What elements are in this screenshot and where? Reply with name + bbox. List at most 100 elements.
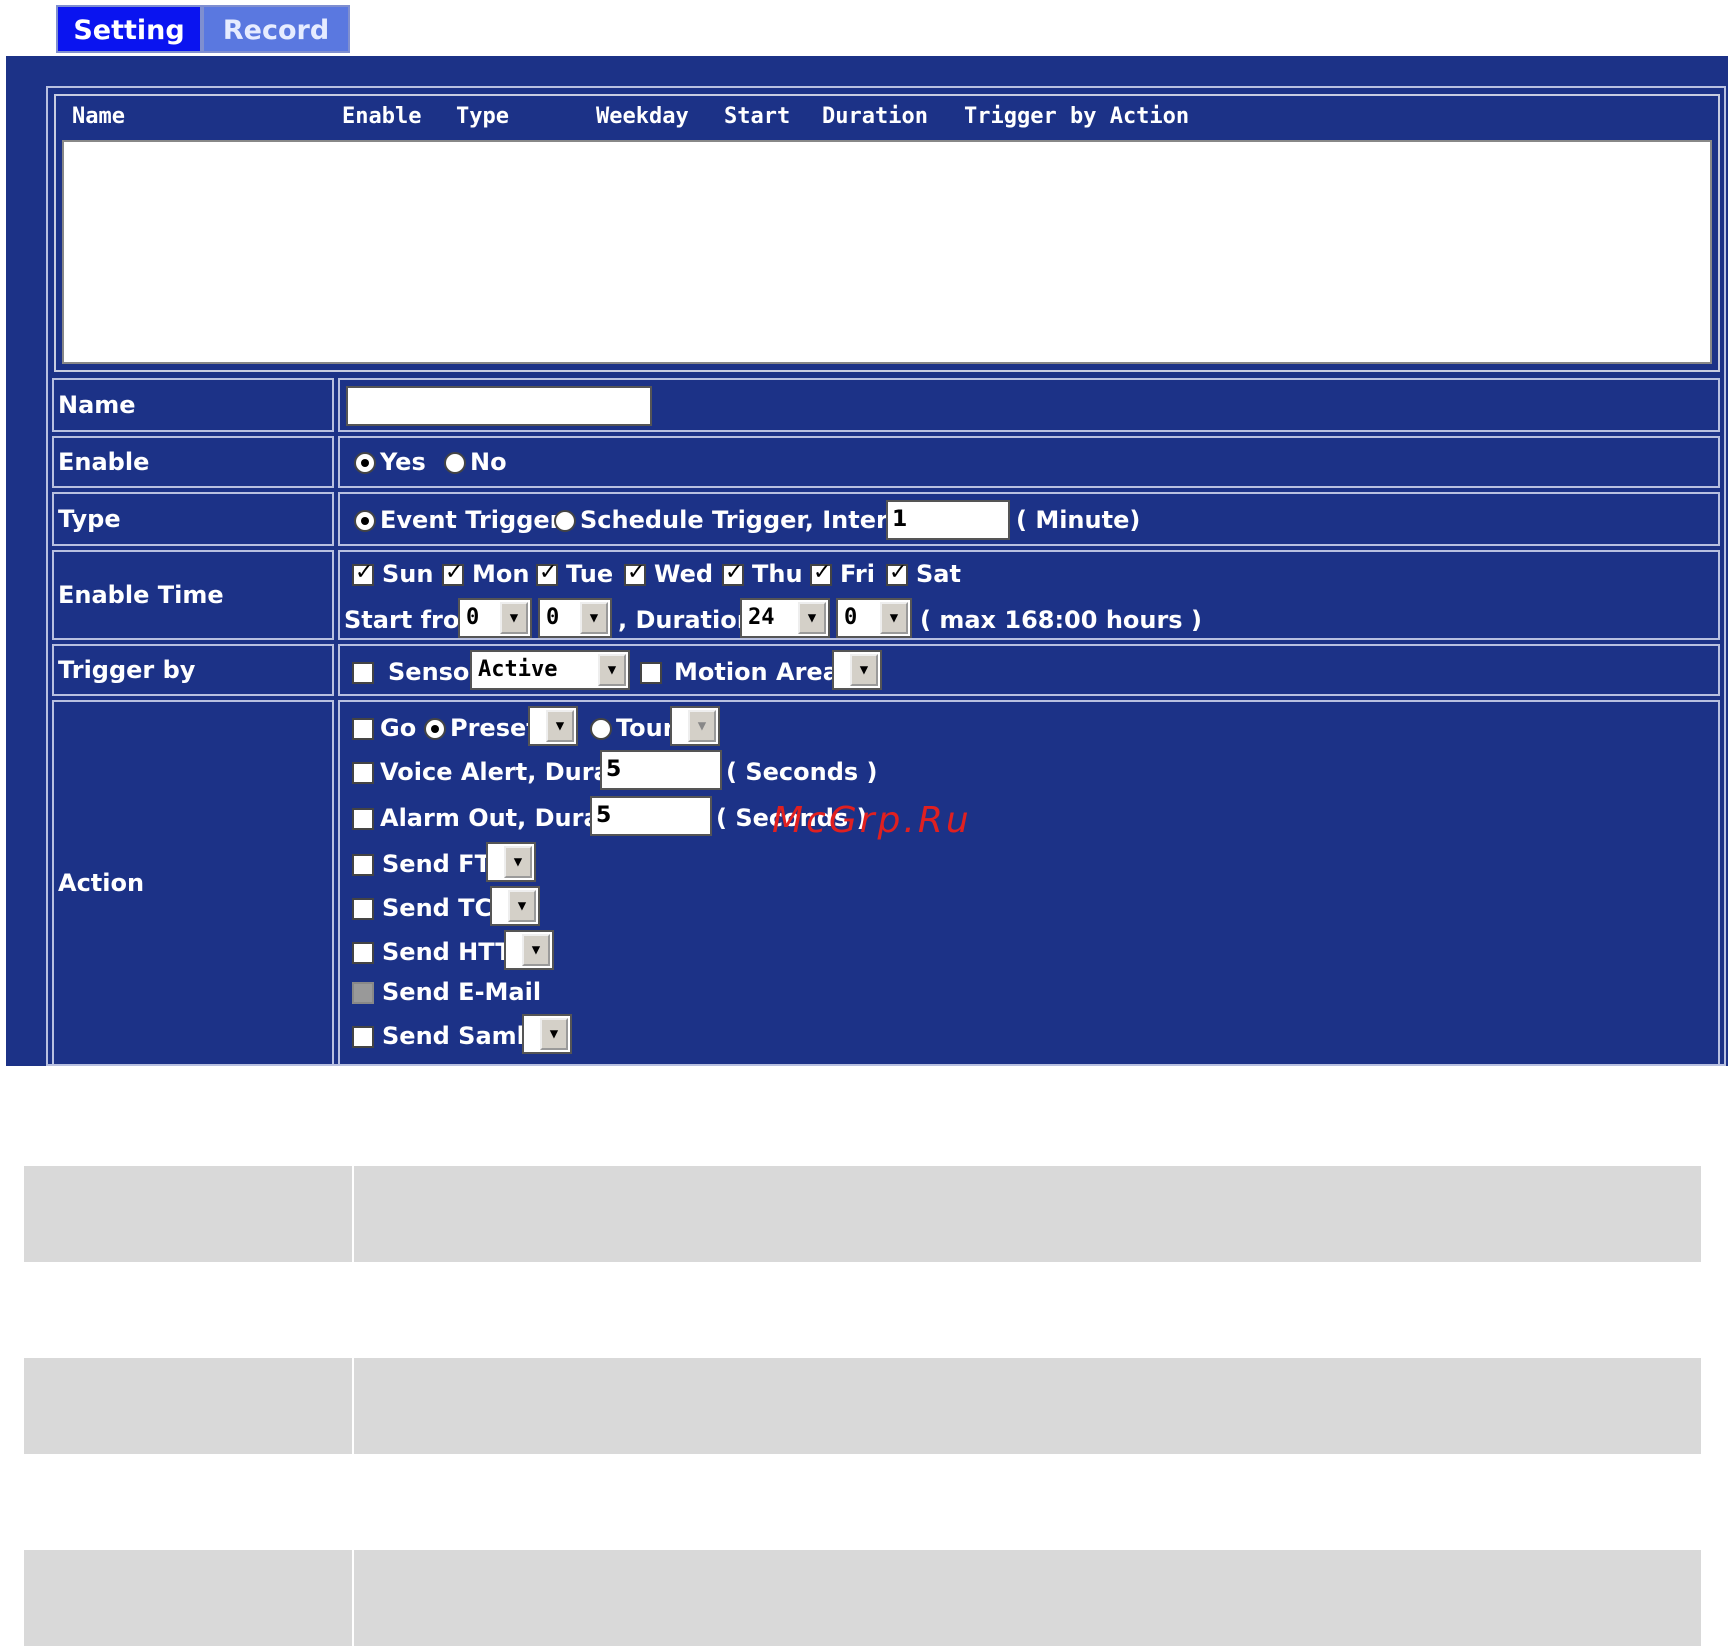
day-sat-checkbox[interactable]: ✓ bbox=[886, 560, 908, 586]
sensor-select[interactable]: Active ▼ bbox=[470, 650, 630, 690]
send-tcp-checkbox[interactable] bbox=[352, 898, 374, 920]
chevron-down-icon: ▼ bbox=[688, 710, 716, 742]
enable-yes-label: Yes bbox=[380, 448, 426, 476]
enable-no-radio[interactable] bbox=[444, 452, 466, 474]
value-type: Event Trigger Schedule Trigger, Interval… bbox=[338, 492, 1720, 546]
day-fri-checkbox[interactable]: ✓ bbox=[810, 560, 832, 586]
event-list[interactable] bbox=[62, 140, 1712, 364]
chevron-down-icon: ▼ bbox=[504, 846, 532, 878]
grey-band-2 bbox=[24, 1358, 1701, 1454]
label-trigger: Trigger by bbox=[52, 644, 334, 696]
tab-setting[interactable]: Setting bbox=[56, 5, 202, 53]
send-http-select[interactable]: ▼ bbox=[504, 930, 554, 970]
voice-duration-unit: ( Seconds ) bbox=[726, 758, 878, 786]
motion-area-label: Motion Area bbox=[674, 658, 839, 686]
day-thu-label: Thu bbox=[752, 560, 803, 588]
duration-max-note: ( max 168:00 hours ) bbox=[920, 606, 1202, 634]
name-input[interactable] bbox=[346, 386, 652, 426]
tour-radio[interactable] bbox=[590, 718, 612, 740]
tab-bar: Setting Record bbox=[56, 5, 350, 53]
voice-alert-checkbox[interactable] bbox=[352, 762, 374, 784]
start-minute-select[interactable]: 0 ▼ bbox=[538, 598, 612, 638]
send-ftp-checkbox[interactable] bbox=[352, 854, 374, 876]
preset-radio[interactable] bbox=[424, 718, 446, 740]
start-hour-select[interactable]: 0 ▼ bbox=[458, 598, 532, 638]
day-tue-checkbox[interactable]: ✓ bbox=[536, 560, 558, 586]
voice-duration-input[interactable]: 5 bbox=[600, 750, 722, 790]
day-wed-checkbox[interactable]: ✓ bbox=[624, 560, 646, 586]
value-action: Go Preset ▼ Tour ▼ Voice Alert, Duration… bbox=[338, 700, 1720, 1066]
band-divider bbox=[352, 1358, 354, 1454]
col-enable: Enable bbox=[342, 104, 422, 129]
day-sun-checkbox[interactable]: ✓ bbox=[352, 560, 374, 586]
radio-dot bbox=[361, 517, 369, 525]
tab-record[interactable]: Record bbox=[202, 5, 350, 53]
type-event-radio[interactable] bbox=[354, 510, 376, 532]
go-label: Go bbox=[380, 714, 417, 742]
label-name: Name bbox=[52, 378, 334, 432]
chevron-down-icon: ▼ bbox=[508, 890, 536, 922]
radio-dot bbox=[361, 459, 369, 467]
day-tue-label: Tue bbox=[566, 560, 614, 588]
settings-panel: Name Enable Type Weekday Start Duration … bbox=[6, 56, 1728, 1066]
band-divider bbox=[352, 1550, 354, 1646]
panel-frame: Name Enable Type Weekday Start Duration … bbox=[46, 86, 1726, 1066]
value-enable-time: ✓ Sun ✓ Mon ✓ Tue ✓ Wed ✓ Thu ✓ Fri ✓ Sa… bbox=[338, 550, 1720, 640]
label-action: Action bbox=[52, 700, 334, 1066]
day-thu-checkbox[interactable]: ✓ bbox=[722, 560, 744, 586]
send-email-checkbox[interactable] bbox=[352, 982, 374, 1004]
tour-label: Tour bbox=[616, 714, 675, 742]
duration-hour-value: 24 bbox=[748, 605, 775, 630]
sensor-checkbox[interactable] bbox=[352, 662, 374, 684]
alarm-out-checkbox[interactable] bbox=[352, 808, 374, 830]
day-mon-checkbox[interactable]: ✓ bbox=[442, 560, 464, 586]
check-mark: ✓ bbox=[813, 560, 832, 585]
chevron-down-icon: ▼ bbox=[580, 602, 608, 634]
row-enable-time: Enable Time ✓ Sun ✓ Mon ✓ Tue ✓ Wed ✓ Th… bbox=[52, 550, 1720, 640]
duration-hour-select[interactable]: 24 ▼ bbox=[740, 598, 830, 638]
chevron-down-icon: ▼ bbox=[522, 934, 550, 966]
duration-minute-value: 0 bbox=[844, 605, 858, 630]
check-mark: ✓ bbox=[539, 560, 558, 585]
send-samba-checkbox[interactable] bbox=[352, 1026, 374, 1048]
motion-area-checkbox[interactable] bbox=[640, 662, 662, 684]
check-mark: ✓ bbox=[889, 560, 908, 585]
day-wed-label: Wed bbox=[654, 560, 714, 588]
row-action: Action Go Preset ▼ Tour ▼ Voice Alert, D… bbox=[52, 700, 1720, 1066]
check-mark: ✓ bbox=[725, 560, 744, 585]
duration-minute-select[interactable]: 0 ▼ bbox=[836, 598, 912, 638]
motion-area-select[interactable]: ▼ bbox=[832, 650, 882, 690]
radio-dot bbox=[431, 725, 439, 733]
interval-input[interactable]: 1 bbox=[886, 500, 1010, 540]
grey-band-1 bbox=[24, 1166, 1701, 1262]
go-checkbox[interactable] bbox=[352, 718, 374, 740]
chevron-down-icon: ▼ bbox=[880, 602, 908, 634]
preset-select[interactable]: ▼ bbox=[528, 706, 578, 746]
send-http-checkbox[interactable] bbox=[352, 942, 374, 964]
enable-yes-radio[interactable] bbox=[354, 452, 376, 474]
check-mark: ✓ bbox=[627, 560, 646, 585]
chevron-down-icon: ▼ bbox=[598, 654, 626, 686]
send-ftp-select[interactable]: ▼ bbox=[486, 842, 536, 882]
chevron-down-icon: ▼ bbox=[798, 602, 826, 634]
check-mark: ✓ bbox=[355, 560, 374, 585]
type-schedule-radio[interactable] bbox=[554, 510, 576, 532]
preset-label: Preset bbox=[450, 714, 538, 742]
col-type: Type bbox=[456, 104, 509, 129]
sensor-select-value: Active bbox=[478, 657, 558, 682]
value-trigger: Sensor Active ▼ Motion Area ▼ bbox=[338, 644, 1720, 696]
check-mark: ✓ bbox=[445, 560, 464, 585]
label-enable-time: Enable Time bbox=[52, 550, 334, 640]
send-samba-select[interactable]: ▼ bbox=[522, 1014, 572, 1054]
enable-no-label: No bbox=[470, 448, 507, 476]
event-list-box: Name Enable Type Weekday Start Duration … bbox=[54, 94, 1720, 372]
col-weekday: Weekday bbox=[596, 104, 689, 129]
col-trigger-action: Trigger by Action bbox=[964, 104, 1190, 129]
alarm-duration-input[interactable]: 5 bbox=[590, 796, 712, 836]
type-schedule-label: Schedule Trigger, Interval bbox=[580, 506, 928, 534]
chevron-down-icon: ▼ bbox=[850, 654, 878, 686]
send-tcp-select[interactable]: ▼ bbox=[490, 886, 540, 926]
start-hour-value: 0 bbox=[466, 605, 480, 630]
interval-unit: ( Minute) bbox=[1016, 506, 1141, 534]
tour-select[interactable]: ▼ bbox=[670, 706, 720, 746]
